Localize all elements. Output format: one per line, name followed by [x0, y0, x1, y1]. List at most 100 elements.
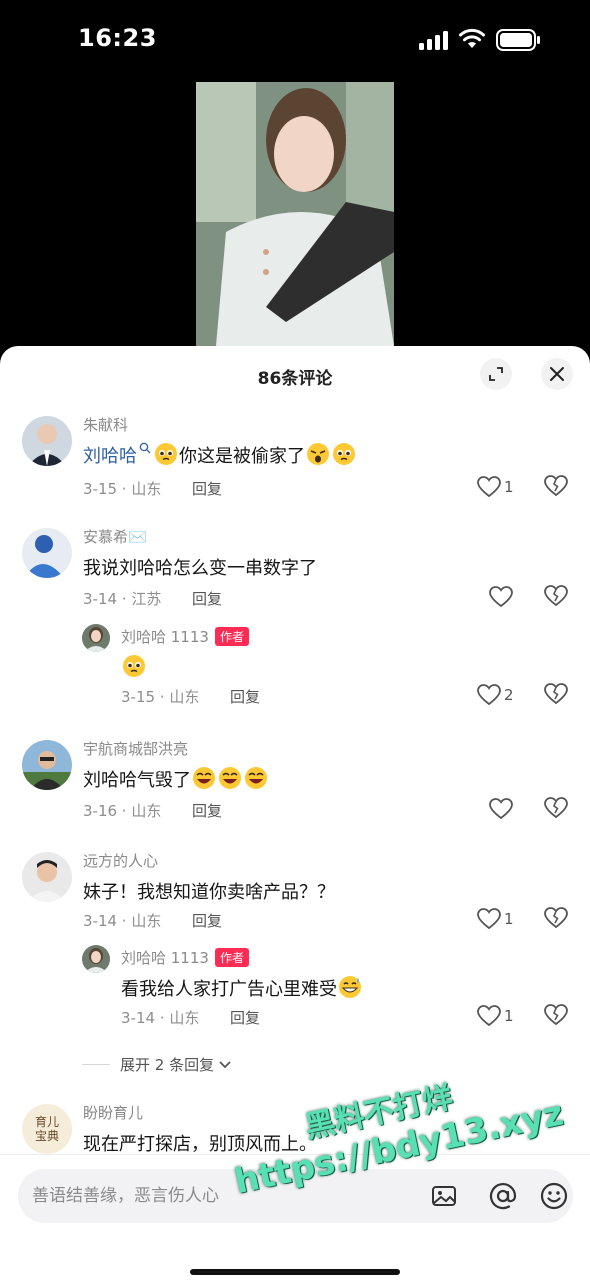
like-count: 1 — [504, 1007, 514, 1025]
reply-button[interactable]: 回复 — [230, 686, 260, 707]
pleading-emoji-icon — [123, 655, 145, 677]
search-icon — [139, 442, 151, 454]
comment-meta: 3-15 · 山东 — [83, 480, 162, 498]
status-time: 16:23 — [78, 24, 157, 52]
avatar[interactable]: 育儿 宝典 — [22, 1104, 72, 1154]
reply-button[interactable]: 回复 — [192, 800, 222, 821]
broken-heart-icon — [544, 683, 568, 705]
comment-body: 你这是被偷家了 — [179, 446, 305, 467]
avatar[interactable] — [22, 528, 72, 578]
comment-meta: 3-15 · 山东 — [121, 688, 200, 706]
avatar[interactable] — [82, 945, 110, 973]
status-bar: 16:23 — [0, 0, 590, 80]
comment-body: 看我给人家打广告心里难受 — [121, 979, 337, 1000]
at-icon[interactable] — [488, 1181, 518, 1211]
dislike-button[interactable] — [543, 584, 569, 610]
author-tag: 作者 — [214, 948, 249, 967]
mention-link[interactable]: 刘哈哈 — [83, 446, 137, 467]
comment-meta: 3-14 · 山东 — [83, 912, 162, 930]
close-button[interactable] — [541, 358, 573, 390]
like-count: 1 — [504, 910, 514, 928]
avatar[interactable] — [82, 624, 110, 652]
comment-meta: 3-14 · 江苏 — [83, 590, 162, 608]
reply-button[interactable]: 回复 — [192, 588, 222, 609]
sweat-grin-emoji-icon — [339, 976, 361, 998]
username[interactable]: 刘哈哈 1113 作者 — [121, 947, 249, 968]
laughing-emoji-icon — [245, 767, 267, 789]
username[interactable]: 远方的人心 — [83, 850, 158, 871]
like-button[interactable] — [488, 584, 536, 610]
heart-icon — [489, 798, 513, 820]
video-thumbnail-image — [196, 82, 394, 346]
pleading-emoji-icon — [333, 443, 355, 465]
username[interactable]: 安慕希✉️ — [83, 526, 147, 547]
laughing-emoji-icon — [193, 767, 215, 789]
heart-icon — [477, 1005, 501, 1027]
screen: 16:23 86条评论 朱献科 刘哈哈 你这是被偷家了 3-15 · 山东 回复… — [0, 0, 590, 1280]
avatar-text-line1: 育儿 — [34, 1115, 59, 1129]
reply-button[interactable]: 回复 — [192, 478, 222, 499]
sheet-header: 86条评论 — [0, 346, 590, 402]
video-preview[interactable] — [196, 82, 394, 346]
wifi-icon — [459, 28, 485, 48]
dislike-button[interactable] — [543, 474, 569, 500]
username[interactable]: 朱献科 — [83, 414, 128, 435]
broken-heart-icon — [544, 797, 568, 819]
expand-button[interactable] — [480, 358, 512, 390]
author-tag: 作者 — [214, 627, 249, 646]
dislike-button[interactable] — [543, 1003, 569, 1029]
comment-text: 刘哈哈气毁了 — [83, 766, 269, 792]
expand-replies-label: 展开 2 条回复 — [120, 1056, 215, 1074]
dislike-button[interactable] — [543, 796, 569, 822]
home-indicator — [190, 1269, 400, 1275]
divider — [82, 1064, 110, 1065]
signal-icon — [419, 31, 448, 50]
heart-icon — [489, 586, 513, 608]
broken-heart-icon — [544, 475, 568, 497]
expand-replies-button[interactable]: 展开 2 条回复 — [82, 1054, 232, 1075]
like-button[interactable]: 2 — [476, 682, 524, 708]
reply-button[interactable]: 回复 — [192, 910, 222, 931]
broken-heart-icon — [544, 585, 568, 607]
like-button[interactable]: 1 — [476, 1003, 524, 1029]
comment-text — [121, 654, 147, 679]
comment-meta: 3-16 · 山东 — [83, 802, 162, 820]
like-button[interactable]: 1 — [476, 906, 524, 932]
smile-icon[interactable] — [539, 1181, 569, 1211]
comment-text: 看我给人家打广告心里难受 — [121, 975, 363, 1001]
reply-button[interactable]: 回复 — [230, 1007, 260, 1028]
username[interactable]: 刘哈哈 1113 作者 — [121, 626, 249, 647]
username-text: 刘哈哈 1113 — [121, 949, 209, 967]
username-text: 刘哈哈 1113 — [121, 628, 209, 646]
comment-body: 刘哈哈气毁了 — [83, 770, 191, 791]
username[interactable]: 宇航商城郜洪亮 — [83, 738, 188, 759]
dislike-button[interactable] — [543, 682, 569, 708]
pleading-emoji-icon — [155, 443, 177, 465]
like-count: 2 — [504, 686, 514, 704]
avatar[interactable] — [22, 852, 72, 902]
broken-heart-icon — [544, 907, 568, 929]
avatar[interactable] — [22, 740, 72, 790]
image-icon[interactable] — [430, 1182, 458, 1210]
heart-icon — [477, 908, 501, 930]
battery-icon — [496, 29, 540, 51]
laughing-emoji-icon — [219, 767, 241, 789]
comment-meta: 3-14 · 山东 — [121, 1009, 200, 1027]
avatar-text-line2: 宝典 — [34, 1129, 59, 1143]
heart-icon — [477, 476, 501, 498]
like-button[interactable]: 1 — [476, 474, 524, 500]
heart-icon — [477, 684, 501, 706]
like-count: 1 — [504, 478, 514, 496]
broken-heart-icon — [544, 1004, 568, 1026]
username[interactable]: 盼盼育儿 — [83, 1102, 143, 1123]
close-icon — [550, 367, 564, 381]
expand-icon — [489, 367, 503, 381]
chevron-down-icon — [219, 1060, 231, 1068]
avatar[interactable] — [22, 416, 72, 466]
dislike-button[interactable] — [543, 906, 569, 932]
comment-text: 妹子！我想知道你卖啥产品？？ — [83, 882, 335, 903]
fainting-emoji-icon — [307, 443, 329, 465]
comment-text: 刘哈哈 你这是被偷家了 — [83, 442, 357, 468]
comment-text: 我说刘哈哈怎么变一串数字了 — [83, 558, 317, 579]
like-button[interactable] — [488, 796, 536, 822]
